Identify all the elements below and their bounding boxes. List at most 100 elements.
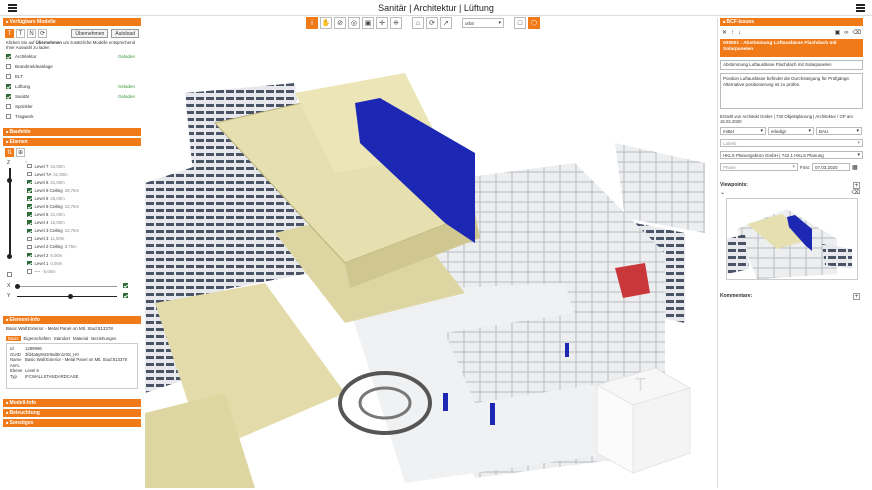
status-select[interactable]: erledigt xyxy=(768,127,814,135)
level-checkbox[interactable] xyxy=(27,236,32,242)
level-checkbox[interactable] xyxy=(27,171,32,177)
assignee-select[interactable]: HKLS Planungsbüro GmbH | 742.1 HKLS Plan… xyxy=(720,151,863,159)
level-item[interactable]: Level 7A 31,00m xyxy=(27,170,137,178)
level-item[interactable]: Level 2 6,00m xyxy=(27,251,137,259)
refresh-icon[interactable]: ⟳ xyxy=(38,29,47,38)
element-tab[interactable]: Eigenschaften xyxy=(24,336,51,341)
level-item[interactable]: Level 1 0,00m xyxy=(27,259,137,267)
labels-select[interactable]: Labels xyxy=(720,139,863,147)
cube-view-icon[interactable]: ⬡ xyxy=(528,17,540,29)
y-axis-checkbox[interactable] xyxy=(123,293,128,298)
add-viewpoint-icon[interactable]: + xyxy=(853,181,860,189)
issue-subject-field[interactable]: Abstimmung Luftauslässe Flachdach mit So… xyxy=(720,60,863,70)
level-checkbox[interactable] xyxy=(27,260,32,266)
section-box-icon[interactable]: ▣ xyxy=(362,17,374,29)
x-slider-handle[interactable] xyxy=(15,283,20,289)
close-icon[interactable]: ✕ xyxy=(722,29,727,36)
level-item[interactable]: Level 2 Ceiling 8,75m xyxy=(27,243,137,251)
lighting-section-header[interactable]: Beleuchtung xyxy=(3,409,141,417)
autoload-button[interactable]: Autoload xyxy=(111,29,139,38)
level-checkbox[interactable] xyxy=(27,220,32,225)
model-checkbox[interactable] xyxy=(6,53,11,59)
phase-select[interactable]: Phase xyxy=(720,163,798,171)
model-item[interactable]: Sprinkler xyxy=(3,101,141,111)
hide-icon[interactable]: ⊘ xyxy=(334,17,346,29)
model-checkbox[interactable] xyxy=(6,73,11,79)
model-item[interactable]: Brandmeldeanlage xyxy=(3,61,141,71)
z-lock-checkbox[interactable] xyxy=(7,272,12,277)
issue-description-field[interactable]: Position Luftauslässe befindet die Durch… xyxy=(720,73,863,109)
text-tool-icon[interactable]: T xyxy=(5,29,14,38)
navigation-cube[interactable]: T xyxy=(595,367,692,474)
menu-icon-right[interactable] xyxy=(856,4,865,12)
save-icon[interactable]: ▣ xyxy=(835,29,841,36)
isolate-icon[interactable]: ◎ xyxy=(348,17,360,29)
n-tool-icon[interactable]: N xyxy=(27,29,36,38)
model-checkbox[interactable] xyxy=(6,83,11,89)
model-item[interactable]: ELT xyxy=(3,71,141,81)
models-section-header[interactable]: Verfügbare Modelle xyxy=(3,18,141,26)
model-item[interactable]: Sanitär Geladen xyxy=(3,91,141,101)
priority-select[interactable]: mittel xyxy=(720,127,766,135)
element-info-section-header[interactable]: Element-Info xyxy=(3,316,141,324)
level-checkbox[interactable] xyxy=(27,244,32,250)
buildings-section-header[interactable]: Baufelde xyxy=(3,128,141,136)
level-item[interactable]: Level 6 31,00m xyxy=(27,178,137,186)
measure-icon[interactable]: ✛ xyxy=(376,17,388,29)
level-item[interactable]: ---- -5,00m xyxy=(27,267,137,275)
chevron-down-icon[interactable]: ⌄ xyxy=(720,189,725,196)
x-slider-track[interactable] xyxy=(17,286,117,287)
model-item[interactable]: Architektur Geladen xyxy=(3,51,141,61)
y-slider-track[interactable] xyxy=(17,296,117,297)
viewpoint-trash-icon[interactable]: ⌫ xyxy=(852,189,860,196)
rotate-icon[interactable]: ⟳ xyxy=(426,17,438,29)
level-item[interactable]: Level 4 16,00m xyxy=(27,219,137,227)
level-checkbox[interactable] xyxy=(27,163,32,169)
misc-section-header[interactable]: Sonstiges xyxy=(3,419,141,427)
add-comment-icon[interactable]: + xyxy=(853,292,860,300)
level-checkbox[interactable] xyxy=(27,204,32,209)
explode-icon[interactable]: ⁜ xyxy=(390,17,402,29)
level-item[interactable]: Level 3 11,00m xyxy=(27,235,137,243)
model-checkbox[interactable] xyxy=(6,93,11,99)
level-checkbox[interactable] xyxy=(27,179,32,185)
type-select[interactable]: BAU xyxy=(816,127,862,135)
info-icon[interactable]: i xyxy=(306,17,318,29)
level-item[interactable]: Level 3 Ceiling 13,75m xyxy=(27,227,137,235)
level-checkbox[interactable] xyxy=(27,252,32,258)
model-checkbox[interactable] xyxy=(6,113,11,119)
level-item[interactable]: Level 5 Ceiling 23,75m xyxy=(27,202,137,210)
level-item[interactable]: Level 5 21,00m xyxy=(27,211,137,219)
element-tab[interactable]: Basis xyxy=(6,336,21,341)
down-arrow-icon[interactable]: ↓ xyxy=(738,30,741,36)
element-tab[interactable]: Material xyxy=(73,336,88,341)
z-slider-top-handle[interactable] xyxy=(7,178,13,183)
home-icon[interactable]: ⌂ xyxy=(412,17,424,29)
model-checkbox[interactable] xyxy=(6,63,11,69)
level-checkbox[interactable] xyxy=(27,196,32,201)
level-cut-icon[interactable]: ⊕ xyxy=(16,148,25,157)
box-view-icon[interactable]: □ xyxy=(514,17,526,29)
up-arrow-icon[interactable]: ↑ xyxy=(731,30,734,36)
level-item[interactable]: Level 7 34,00m xyxy=(27,162,137,170)
model-info-section-header[interactable]: Modell-Info xyxy=(3,399,141,407)
link-icon[interactable]: ∞ xyxy=(844,30,848,36)
text-tool-icon-2[interactable]: T xyxy=(16,29,25,38)
levels-section-header[interactable]: Ebenen xyxy=(3,138,141,146)
deadline-input[interactable]: 07.03.2020 xyxy=(812,163,850,171)
x-axis-checkbox[interactable] xyxy=(123,283,128,288)
y-slider-handle[interactable] xyxy=(68,293,73,299)
level-checkbox[interactable] xyxy=(27,269,32,274)
hand-icon[interactable]: ✋ xyxy=(320,17,332,29)
level-checkbox[interactable] xyxy=(27,188,32,193)
element-tab[interactable]: Beziehungen xyxy=(91,336,116,341)
z-slider-bottom-handle[interactable] xyxy=(7,254,13,259)
level-item[interactable]: Level 6 Ceiling 28,75m xyxy=(27,186,137,194)
building-model-render[interactable]: T xyxy=(145,33,713,488)
level-checkbox[interactable] xyxy=(27,212,32,217)
calendar-icon[interactable]: ▦ xyxy=(852,164,858,171)
model-item[interactable]: Lüftung Geladen xyxy=(3,81,141,91)
pointer-icon[interactable]: ➚ xyxy=(440,17,452,29)
3d-viewport[interactable]: T xyxy=(145,33,713,488)
bcf-section-header[interactable]: BCF-Issues xyxy=(720,18,863,26)
